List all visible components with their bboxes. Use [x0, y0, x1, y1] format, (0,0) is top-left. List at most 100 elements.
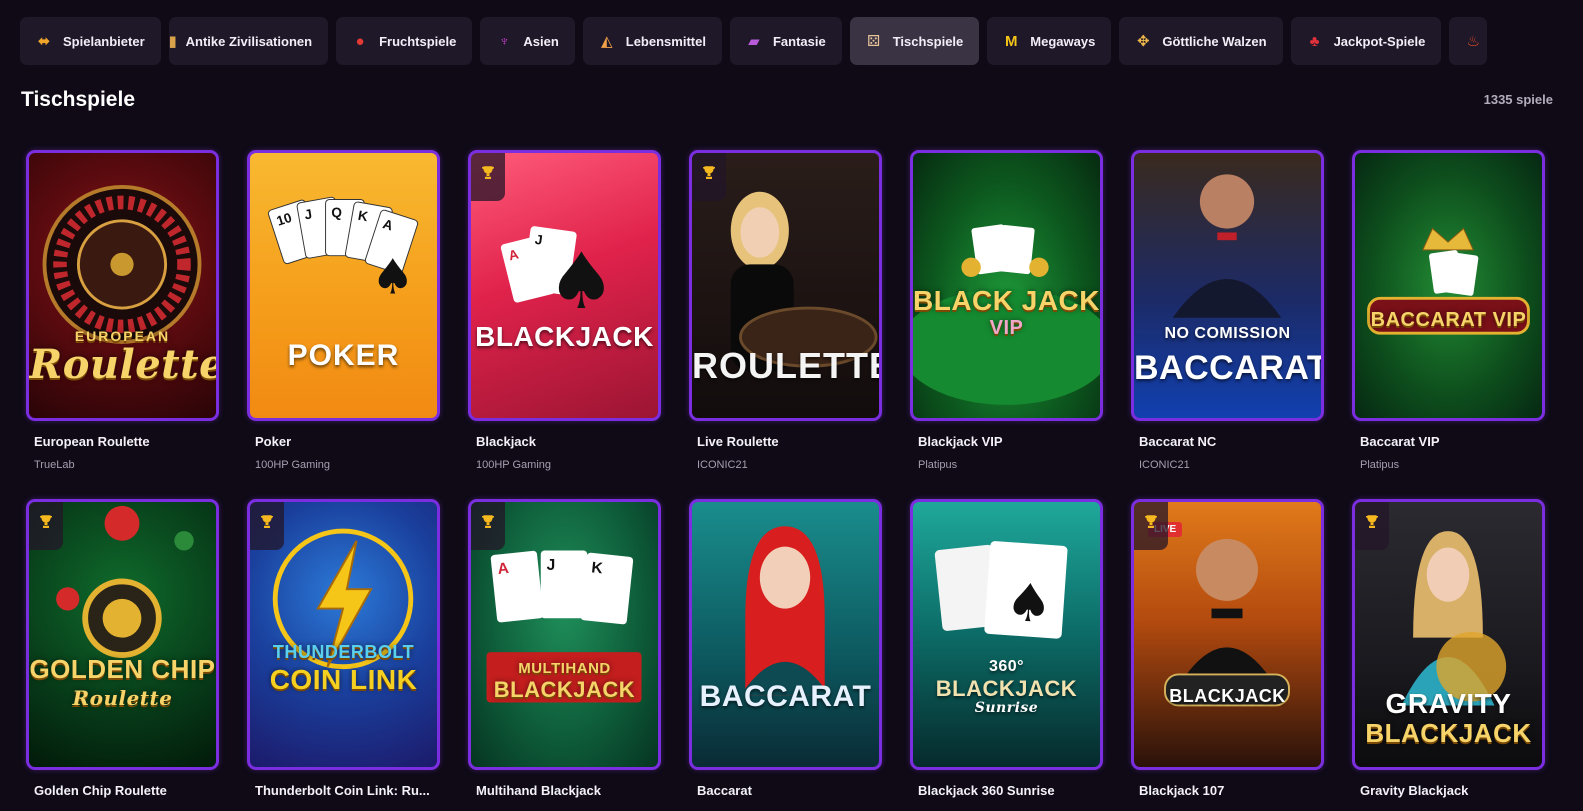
- art-title: BLACKJACK: [475, 321, 654, 352]
- svg-text:♠: ♠: [547, 237, 616, 327]
- cherry-icon: ♣: [1309, 32, 1320, 50]
- category-label: Spielanbieter: [63, 33, 145, 49]
- category-megaways[interactable]: M Megaways: [987, 17, 1112, 65]
- category-label: Antike Zivilisationen: [185, 33, 313, 49]
- game-thumbnail[interactable]: GOLDEN CHIP Roulette: [26, 499, 219, 770]
- game-name[interactable]: Blackjack VIP: [910, 434, 1103, 449]
- game-thumbnail[interactable]: EUROPEAN Roulette: [26, 150, 219, 421]
- book-icon: ▰: [748, 32, 760, 50]
- category-spielanbieter[interactable]: ⬌ Spielanbieter: [20, 17, 161, 65]
- category-label: Asien: [523, 33, 559, 49]
- game-card[interactable]: ♠ 360° BLACKJACK Sunrise Blackjack 360 S…: [910, 499, 1103, 798]
- game-provider: 100HP Gaming: [476, 459, 552, 471]
- game-card[interactable]: 10 J Q K A ♠ POKER Poker 100HP Gaming: [247, 150, 440, 471]
- svg-text:J: J: [547, 557, 556, 574]
- game-thumbnail[interactable]: ROULETTE: [689, 150, 882, 421]
- category-more[interactable]: ♨: [1449, 17, 1488, 65]
- category-fruchtspiele[interactable]: ● Fruchtspiele: [336, 17, 473, 65]
- game-card[interactable]: A J ♠ BLACKJACK Blackjack 100HP Gaming: [468, 150, 661, 471]
- game-name[interactable]: European Roulette: [26, 434, 219, 449]
- game-name[interactable]: Multihand Blackjack: [468, 783, 661, 798]
- m-icon: M: [1005, 32, 1018, 50]
- category-asien[interactable]: ♆ Asien: [480, 17, 575, 65]
- game-provider: Platipus: [918, 459, 958, 471]
- baccarat-vip-art: [1367, 227, 1530, 335]
- game-provider: TrueLab: [34, 459, 75, 471]
- trophy-icon: [39, 515, 53, 528]
- game-thumbnail[interactable]: GRAVITY BLACKJACK: [1352, 499, 1545, 770]
- game-name[interactable]: Thunderbolt Coin Link: Ru...: [247, 783, 440, 798]
- category-goettliche-walzen[interactable]: ✥ Göttliche Walzen: [1119, 17, 1283, 65]
- game-card[interactable]: BLACKJACK LIVE Blackjack 107: [1131, 499, 1324, 798]
- section-title: Tischspiele: [21, 88, 136, 111]
- game-provider: Platipus: [1360, 459, 1400, 471]
- dice-icon: ⚄: [867, 32, 881, 50]
- playing-cards-art: 10 J Q K A ♠: [267, 196, 419, 305]
- game-card[interactable]: NO COMISSION BACCARAT Baccarat NC ICONIC…: [1131, 150, 1324, 471]
- trophy-icon: [1144, 515, 1158, 528]
- game-card[interactable]: THUNDERBOLT COIN LINK Thunderbolt Coin L…: [247, 499, 440, 798]
- dragon-icon: ♆: [498, 32, 510, 50]
- trophy-badge: [692, 153, 726, 201]
- game-name[interactable]: Blackjack 360 Sunrise: [910, 783, 1103, 798]
- game-thumbnail[interactable]: BLACK JACK VIP: [910, 150, 1103, 421]
- game-name[interactable]: Gravity Blackjack: [1352, 783, 1545, 798]
- category-fantasie[interactable]: ▰ Fantasie: [729, 17, 842, 65]
- game-card[interactable]: ROULETTE Live Roulette ICONIC21: [689, 150, 882, 471]
- category-jackpot-spiele[interactable]: ♣ Jackpot-Spiele: [1290, 17, 1442, 65]
- game-thumbnail[interactable]: BACCARAT: [689, 499, 882, 770]
- game-thumbnail[interactable]: 10 J Q K A ♠ POKER: [247, 150, 440, 421]
- game-card[interactable]: BACCARAT VIP Baccarat VIP Platipus: [1352, 150, 1545, 471]
- category-label: Megaways: [1030, 33, 1096, 49]
- game-name[interactable]: Baccarat NC: [1131, 434, 1324, 449]
- game-name[interactable]: Blackjack: [468, 434, 661, 449]
- svg-text:♠: ♠: [371, 249, 414, 305]
- game-name[interactable]: Blackjack 107: [1131, 783, 1324, 798]
- category-label: Tischspiele: [892, 33, 964, 49]
- game-count: 1335 spiele: [1483, 92, 1553, 107]
- game-card[interactable]: GRAVITY BLACKJACK Gravity Blackjack: [1352, 499, 1545, 798]
- fire-icon: ♨: [1466, 32, 1481, 50]
- column-icon: ▮: [168, 32, 177, 50]
- game-provider: ICONIC21: [697, 459, 748, 471]
- game-thumbnail[interactable]: ♠ 360° BLACKJACK Sunrise: [910, 499, 1103, 770]
- game-name[interactable]: Baccarat VIP: [1352, 434, 1545, 449]
- game-thumbnail[interactable]: BACCARAT VIP: [1352, 150, 1545, 421]
- game-thumbnail[interactable]: BLACKJACK LIVE: [1131, 499, 1324, 770]
- wings-icon: ✥: [1137, 32, 1150, 50]
- trophy-icon: [1365, 515, 1379, 528]
- game-thumbnail[interactable]: NO COMISSION BACCARAT: [1131, 150, 1324, 421]
- game-card[interactable]: BACCARAT Baccarat: [689, 499, 882, 798]
- category-label: Lebensmittel: [625, 33, 706, 49]
- category-label: Jackpot-Spiele: [1333, 33, 1426, 49]
- svg-text:A: A: [497, 560, 510, 578]
- game-name[interactable]: Golden Chip Roulette: [26, 783, 219, 798]
- game-thumbnail[interactable]: A J K MULTIHAND BLACKJACK: [468, 499, 661, 770]
- game-card[interactable]: GOLDEN CHIP Roulette Golden Chip Roulett…: [26, 499, 219, 798]
- trophy-badge: [471, 153, 505, 201]
- game-name[interactable]: Live Roulette: [689, 434, 882, 449]
- svg-text:Q: Q: [331, 205, 342, 220]
- cards-art: ♠: [934, 541, 1068, 639]
- trophy-icon: [702, 166, 716, 179]
- game-name[interactable]: Baccarat: [689, 783, 882, 798]
- category-bar: ⬌ Spielanbieter ▮ Antike Zivilisationen …: [20, 17, 1563, 66]
- game-thumbnail[interactable]: A J ♠ BLACKJACK: [468, 150, 661, 421]
- trophy-badge: [1134, 502, 1168, 550]
- art-title: POKER: [287, 339, 400, 372]
- game-card[interactable]: A J K MULTIHAND BLACKJACK Multihand Blac…: [468, 499, 661, 798]
- category-tischspiele[interactable]: ⚄ Tischspiele: [849, 17, 980, 65]
- game-thumbnail[interactable]: THUNDERBOLT COIN LINK: [247, 499, 440, 770]
- game-name[interactable]: Poker: [247, 434, 440, 449]
- game-provider: 100HP Gaming: [255, 459, 331, 471]
- category-lebensmittel[interactable]: ◭ Lebensmittel: [582, 17, 722, 65]
- category-antike-zivilisationen[interactable]: ▮ Antike Zivilisationen: [168, 17, 329, 65]
- game-card[interactable]: BLACK JACK VIP Blackjack VIP Platipus: [910, 150, 1103, 471]
- baccarat-dealer-art: [740, 526, 830, 696]
- game-card[interactable]: EUROPEAN Roulette European Roulette True…: [26, 150, 219, 471]
- category-label: Fantasie: [772, 33, 826, 49]
- trophy-icon: [481, 515, 495, 528]
- svg-text:♠: ♠: [1004, 572, 1055, 636]
- category-label: Göttliche Walzen: [1162, 33, 1267, 49]
- trophy-badge: [250, 502, 284, 550]
